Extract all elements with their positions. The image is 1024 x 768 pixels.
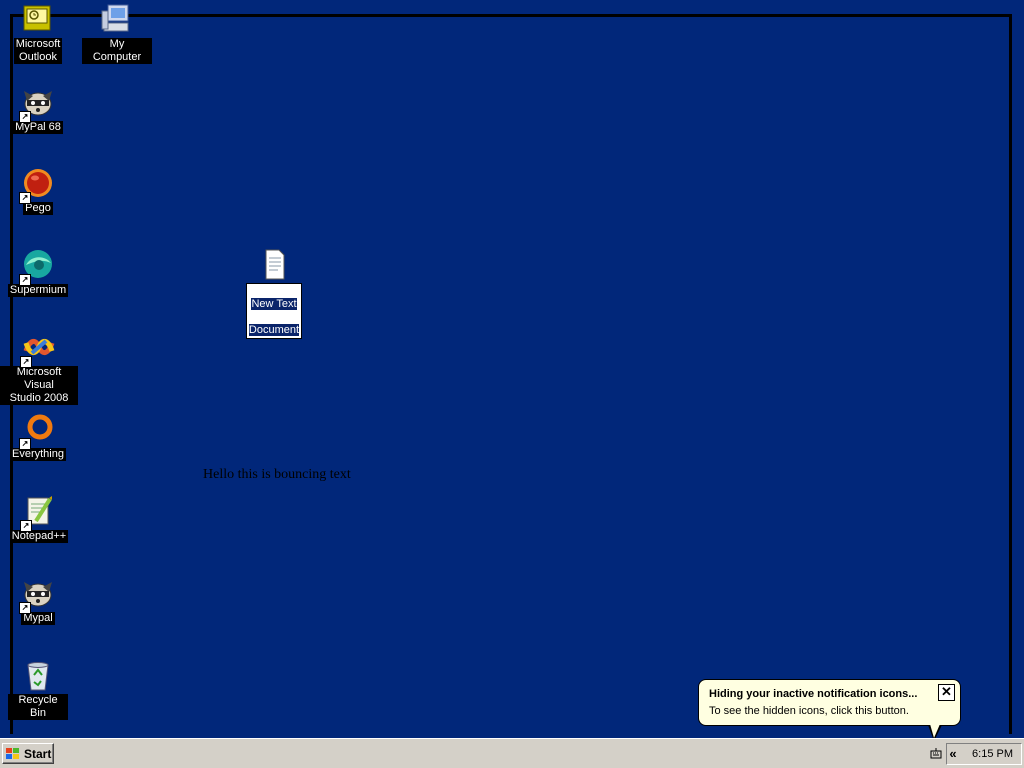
desktop-icon-label: Microsoft Outlook — [13, 38, 63, 64]
desktop-icon-label: Supermium — [7, 284, 69, 297]
desktop-icon-label: Recycle Bin — [8, 694, 68, 720]
text-document-icon — [257, 248, 291, 282]
notification-balloon[interactable]: Hiding your inactive notification icons.… — [698, 679, 961, 726]
desktop-icon-everything[interactable]: ↗ Everything — [8, 413, 68, 461]
supermium-icon: ↗ — [19, 249, 55, 286]
desktop-icon-new-text-document[interactable]: New Text Document — [244, 248, 304, 339]
raccoon-icon: ↗ — [19, 86, 55, 123]
balloon-close-button[interactable]: ✕ — [938, 684, 955, 701]
desktop-icon-label: My Computer — [82, 38, 152, 64]
shortcut-arrow-icon: ↗ — [20, 356, 32, 368]
notepad-plus-plus-icon: ↗ — [20, 495, 56, 532]
everything-icon: ↗ — [19, 413, 55, 450]
desktop-icon-supermium[interactable]: ↗ Supermium — [7, 249, 69, 297]
show-hidden-icons-button[interactable]: « — [946, 746, 960, 761]
start-button[interactable]: Start — [2, 743, 54, 764]
shortcut-arrow-icon: ↗ — [19, 602, 31, 614]
rename-text-field[interactable]: New Text Document — [245, 283, 303, 339]
windows-flag-icon — [6, 747, 19, 759]
balloon-text: To see the hidden icons, click this butt… — [709, 705, 909, 717]
shortcut-arrow-icon: ↗ — [19, 111, 31, 123]
outlook-icon — [21, 3, 55, 37]
desktop-icon-label: Microsoft Visual Studio 2008 — [0, 366, 78, 405]
start-label: Start — [24, 746, 52, 761]
desktop-icon-label: Notepad++ — [9, 530, 69, 543]
desktop-icon-microsoft-visual-studio-2008[interactable]: ↗ Microsoft Visual Studio 2008 — [0, 331, 78, 405]
rename-line-2: Document — [248, 324, 300, 336]
desktop-icon-notepad-plus-plus[interactable]: ↗ Notepad++ — [8, 495, 70, 543]
desktop-icon-pego[interactable]: ↗ Pego — [8, 167, 68, 215]
bouncing-text: Hello this is bouncing text — [203, 467, 351, 482]
shortcut-arrow-icon: ↗ — [19, 438, 31, 450]
clock[interactable]: 6:15 PM — [972, 748, 1013, 760]
visual-studio-icon: ↗ — [20, 331, 56, 368]
my-computer-icon — [100, 3, 134, 37]
shortcut-arrow-icon: ↗ — [20, 520, 32, 532]
recycle-bin-icon — [21, 659, 55, 693]
balloon-title: Hiding your inactive notification icons.… — [709, 688, 918, 700]
desktop-icon-recycle-bin[interactable]: Recycle Bin — [8, 659, 68, 720]
desktop-icon-my-computer[interactable]: My Computer — [82, 3, 152, 64]
balloon-tail-inner — [930, 724, 940, 738]
raccoon-icon: ↗ — [19, 577, 55, 614]
desktop-frame — [10, 14, 1012, 734]
pego-icon: ↗ — [19, 167, 55, 204]
desktop-icon-microsoft-outlook[interactable]: Microsoft Outlook — [8, 3, 68, 64]
desktop-icon-mypal[interactable]: ↗ Mypal — [8, 577, 68, 625]
tray-keyboard-icon[interactable] — [930, 747, 942, 762]
taskbar: Start 6:15 PM « — [0, 738, 1024, 768]
desktop-icon-mypal-68[interactable]: ↗ MyPal 68 — [8, 86, 68, 134]
shortcut-arrow-icon: ↗ — [19, 274, 31, 286]
shortcut-arrow-icon: ↗ — [19, 192, 31, 204]
rename-line-1: New Text — [251, 298, 297, 310]
